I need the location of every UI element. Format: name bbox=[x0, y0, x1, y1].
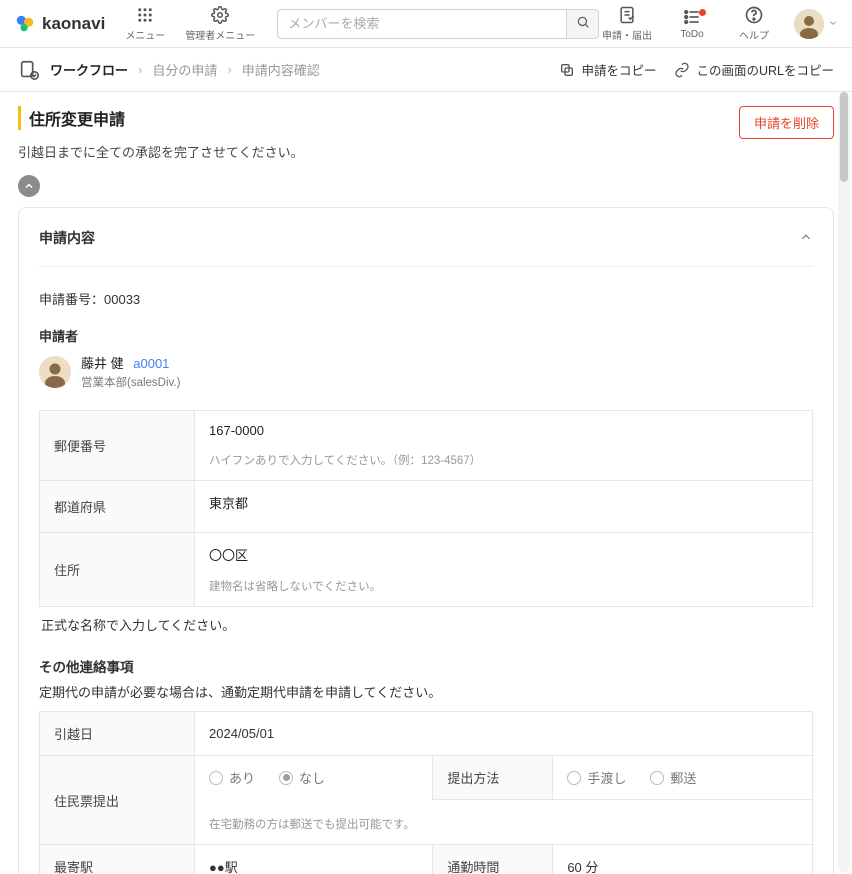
card-collapse-toggle[interactable] bbox=[799, 230, 813, 247]
station-value: ●●駅 bbox=[209, 860, 238, 874]
chevron-up-icon bbox=[23, 180, 35, 192]
addr-hint: 建物名は省略しないでください。 bbox=[209, 578, 798, 594]
apply-icon bbox=[617, 5, 637, 25]
submit-method-radio-group: 手渡し 郵送 bbox=[567, 768, 798, 787]
link-icon bbox=[674, 62, 690, 78]
application-card: 申請内容 申請番号：00033 申請者 藤井 健 a0001 bbox=[18, 207, 834, 874]
apply-button[interactable]: 申請・届出 bbox=[602, 5, 652, 42]
copy-icon bbox=[559, 62, 575, 78]
gear-icon bbox=[210, 5, 230, 25]
search-input[interactable] bbox=[277, 9, 567, 39]
move-date-value: 2024/05/01 bbox=[209, 726, 274, 741]
residence-option-no-label: なし bbox=[299, 768, 325, 787]
avatar bbox=[794, 9, 824, 39]
help-label: ヘルプ bbox=[739, 27, 769, 42]
workflow-icon bbox=[18, 59, 40, 81]
commute-value: 60 分 bbox=[567, 860, 598, 874]
addr-label: 住所 bbox=[40, 533, 195, 607]
residence-option-yes-label: あり bbox=[229, 768, 255, 787]
delete-request-button[interactable]: 申請を削除 bbox=[739, 106, 834, 139]
copy-url-label: この画面のURLをコピー bbox=[696, 60, 834, 79]
breadcrumb-root[interactable]: ワークフロー bbox=[50, 60, 128, 79]
addr-value: 〇〇区 bbox=[209, 545, 798, 564]
help-icon bbox=[744, 5, 764, 25]
chevron-down-icon bbox=[828, 16, 838, 31]
move-date-label: 引越日 bbox=[40, 712, 195, 756]
submit-option-mail[interactable]: 郵送 bbox=[650, 768, 696, 787]
address-note: 正式な名称で入力してください。 bbox=[41, 615, 813, 634]
other-heading: その他連絡事項 bbox=[39, 656, 813, 676]
zip-hint: ハイフンありで入力してください。（例：123-4567） bbox=[209, 452, 798, 468]
table-row: 住民票提出 あり なし 提出方法 bbox=[40, 756, 813, 800]
breadcrumb-item-1[interactable]: 自分の申請 bbox=[152, 60, 217, 79]
breadcrumb: ワークフロー › 自分の申請 › 申請内容確認 bbox=[18, 59, 320, 81]
page-title: 住所変更申請 bbox=[29, 106, 304, 130]
radio-icon bbox=[279, 771, 293, 785]
apply-label: 申請・届出 bbox=[602, 27, 652, 42]
breadcrumb-item-2: 申請内容確認 bbox=[242, 60, 320, 79]
brand-name: kaonavi bbox=[42, 14, 105, 34]
chevron-right-icon: › bbox=[138, 62, 142, 77]
table-row: 郵便番号 167-0000 ハイフンありで入力してください。（例：123-456… bbox=[40, 411, 813, 481]
address-table: 郵便番号 167-0000 ハイフンありで入力してください。（例：123-456… bbox=[39, 410, 813, 607]
submit-option-hand[interactable]: 手渡し bbox=[567, 768, 626, 787]
copy-request-label: 申請をコピー bbox=[581, 60, 656, 79]
applicant-avatar bbox=[39, 356, 71, 388]
notification-dot-icon bbox=[699, 9, 706, 16]
application-number: 申請番号：00033 bbox=[39, 289, 813, 308]
application-number-label: 申請番号： bbox=[39, 292, 104, 307]
admin-menu-label: 管理者メニュー bbox=[185, 27, 255, 42]
menu-label: メニュー bbox=[125, 27, 165, 42]
logo-icon bbox=[14, 13, 36, 35]
zip-value: 167-0000 bbox=[209, 423, 798, 438]
radio-icon bbox=[567, 771, 581, 785]
menu-button[interactable]: メニュー bbox=[123, 5, 167, 42]
card-title: 申請内容 bbox=[39, 228, 95, 248]
commute-label: 通勤時間 bbox=[433, 845, 553, 874]
todo-button[interactable]: ToDo bbox=[670, 7, 714, 40]
table-row: 最寄駅 ●●駅 通勤時間 60 分 bbox=[40, 845, 813, 874]
pref-label: 都道府県 bbox=[40, 481, 195, 533]
table-row: 都道府県 東京都 bbox=[40, 481, 813, 533]
copy-url-link[interactable]: この画面のURLをコピー bbox=[674, 60, 834, 79]
table-row: 住所 〇〇区 建物名は省略しないでください。 bbox=[40, 533, 813, 607]
applicant-name: 藤井 健 bbox=[81, 356, 124, 371]
admin-menu-button[interactable]: 管理者メニュー bbox=[185, 5, 255, 42]
menu-grid-icon bbox=[135, 5, 155, 25]
residence-hint: 在宅勤務の方は郵送でも提出可能です。 bbox=[209, 816, 798, 832]
radio-icon bbox=[209, 771, 223, 785]
applicant-section-label: 申請者 bbox=[39, 326, 813, 345]
submit-option-hand-label: 手渡し bbox=[587, 768, 626, 787]
chevron-right-icon: › bbox=[227, 62, 231, 77]
applicant-dept: 営業本部(salesDiv.) bbox=[81, 374, 180, 390]
todo-label: ToDo bbox=[680, 29, 703, 40]
user-avatar-menu[interactable] bbox=[794, 9, 838, 39]
other-desc: 定期代の申請が必要な場合は、通勤定期代申請を申請してください。 bbox=[39, 682, 813, 701]
submit-option-mail-label: 郵送 bbox=[670, 768, 696, 787]
copy-request-link[interactable]: 申請をコピー bbox=[559, 60, 656, 79]
chevron-up-icon bbox=[799, 230, 813, 244]
applicant-row: 藤井 健 a0001 営業本部(salesDiv.) bbox=[39, 353, 813, 390]
brand-logo[interactable]: kaonavi bbox=[14, 13, 105, 35]
search-icon bbox=[576, 15, 590, 32]
application-number-value: 00033 bbox=[104, 292, 140, 307]
residence-label: 住民票提出 bbox=[40, 756, 195, 845]
page-subtitle: 引越日までに全ての承認を完了させてください。 bbox=[18, 142, 304, 161]
radio-icon bbox=[650, 771, 664, 785]
help-button[interactable]: ヘルプ bbox=[732, 5, 776, 42]
collapse-toggle[interactable] bbox=[18, 175, 40, 197]
submit-method-label: 提出方法 bbox=[433, 756, 553, 800]
residence-option-yes[interactable]: あり bbox=[209, 768, 255, 787]
table-row: 引越日 2024/05/01 bbox=[40, 712, 813, 756]
zip-label: 郵便番号 bbox=[40, 411, 195, 481]
pref-value: 東京都 bbox=[209, 493, 798, 512]
applicant-id[interactable]: a0001 bbox=[133, 356, 169, 371]
station-label: 最寄駅 bbox=[40, 845, 195, 874]
residence-option-no[interactable]: なし bbox=[279, 768, 325, 787]
other-table: 引越日 2024/05/01 住民票提出 あり なし bbox=[39, 711, 813, 874]
residence-radio-group: あり なし bbox=[209, 768, 418, 787]
search-button[interactable] bbox=[567, 9, 599, 39]
